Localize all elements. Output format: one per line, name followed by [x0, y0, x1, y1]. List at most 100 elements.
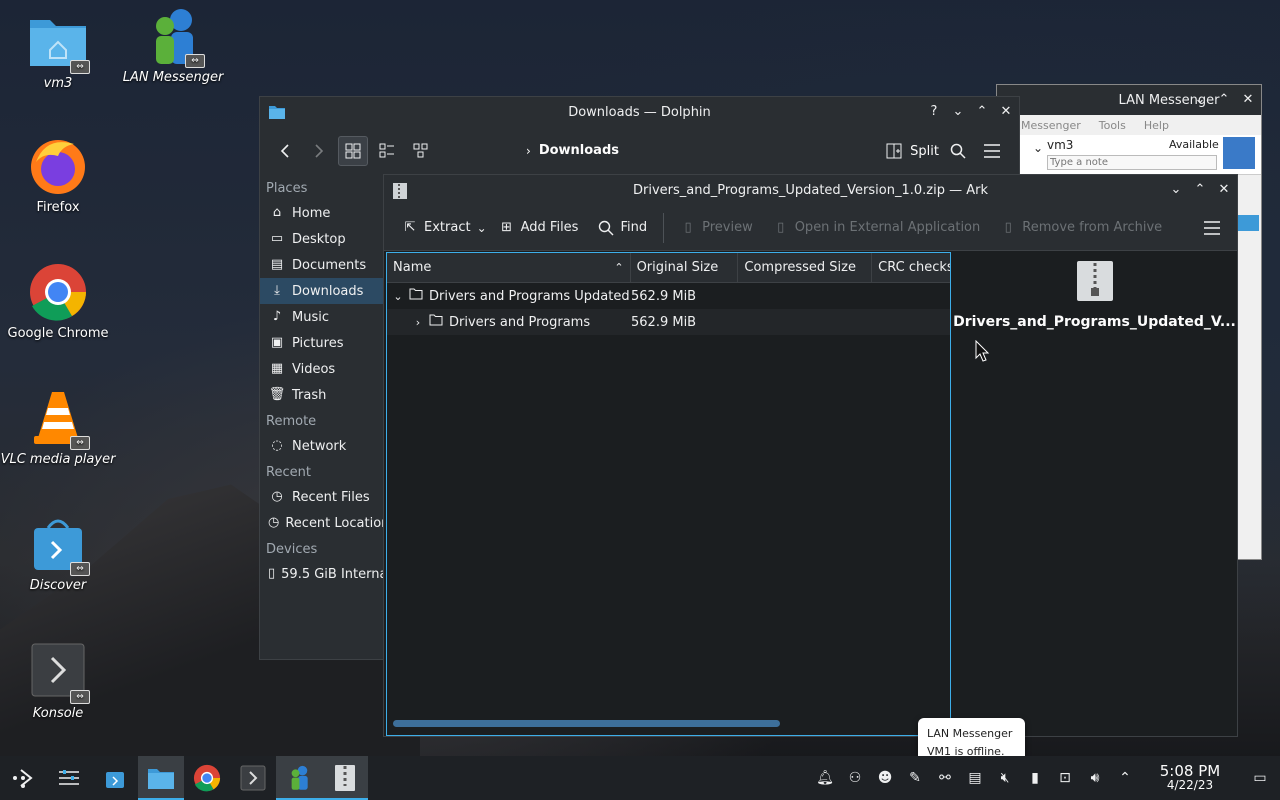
- user-icon[interactable]: ⚇: [840, 770, 870, 786]
- place-network[interactable]: ◌ Network: [260, 433, 386, 459]
- muted-icon[interactable]: 🔇︎: [990, 770, 1020, 786]
- close-icon[interactable]: ✕: [1241, 93, 1255, 107]
- tree-view-icon: [413, 143, 428, 158]
- split-label: Split: [910, 143, 939, 159]
- avatar[interactable]: [1223, 137, 1255, 169]
- back-button[interactable]: [270, 136, 300, 166]
- info-panel: Drivers_and_Programs_Updated_V...: [952, 252, 1237, 736]
- remove-from-archive-button[interactable]: ▯ Remove from Archive: [992, 212, 1170, 244]
- desktop-icon-vm3[interactable]: ⇔ vm3: [0, 12, 116, 91]
- chrome-icon: [28, 262, 88, 322]
- compact-view-button[interactable]: [372, 136, 402, 166]
- split-view-icon: [886, 143, 902, 159]
- column-crc[interactable]: CRC checksum: [872, 253, 950, 283]
- close-icon[interactable]: ✕: [999, 105, 1013, 119]
- clock[interactable]: 5:08 PM 4/22/23: [1140, 764, 1240, 793]
- place-home[interactable]: ⌂ Home: [260, 200, 386, 226]
- preview-button[interactable]: ▯ Preview: [672, 212, 761, 244]
- maximize-icon[interactable]: ⌃: [1193, 183, 1207, 197]
- extract-button[interactable]: ⇱ Extract: [394, 212, 479, 244]
- table-row[interactable]: ⌄ Drivers and Programs Updated 562.9 MiB: [387, 283, 950, 309]
- taskbar-konsole[interactable]: [230, 756, 276, 800]
- lan-messenger-tray-icon[interactable]: ☻: [870, 770, 900, 786]
- devices-header: Devices: [266, 542, 318, 557]
- place-documents[interactable]: ▤ Documents: [260, 252, 386, 278]
- breadcrumb-downloads[interactable]: Downloads: [539, 143, 619, 158]
- menu-help[interactable]: Help: [1144, 119, 1169, 132]
- add-files-button[interactable]: ⊞ Add Files: [491, 212, 587, 244]
- show-desktop-icon[interactable]: ▭: [1240, 770, 1280, 786]
- taskbar-lan-messenger[interactable]: [276, 756, 322, 800]
- pen-icon[interactable]: ✎: [900, 770, 930, 786]
- clipboard-icon[interactable]: ▤: [960, 770, 990, 786]
- desktop-icon-lan-messenger[interactable]: ⇔ LAN Messenger: [115, 6, 231, 85]
- help-icon[interactable]: ?: [927, 105, 941, 119]
- place-trash[interactable]: 🗑 Trash: [260, 382, 386, 408]
- search-button[interactable]: [943, 136, 973, 166]
- pager-button[interactable]: [46, 756, 92, 800]
- table-row[interactable]: › Drivers and Programs 562.9 MiB: [387, 309, 950, 335]
- minimize-icon[interactable]: ⌄: [1169, 183, 1183, 197]
- taskbar-ark[interactable]: [322, 756, 368, 800]
- column-original-size[interactable]: Original Size: [631, 252, 739, 283]
- ark-titlebar[interactable]: Drivers_and_Programs_Updated_Version_1.0…: [384, 175, 1237, 205]
- network-wired-icon[interactable]: ⊡: [1050, 770, 1080, 786]
- ark-menu-button[interactable]: [1197, 213, 1227, 243]
- find-button[interactable]: Find: [590, 212, 655, 244]
- expand-chevron-right-icon[interactable]: ›: [407, 316, 429, 329]
- usb-device-icon[interactable]: ▮: [1020, 770, 1050, 786]
- place-pictures[interactable]: ▣ Pictures: [260, 330, 386, 356]
- list-icon: [379, 143, 394, 158]
- split-button[interactable]: Split: [886, 136, 939, 166]
- dolphin-titlebar[interactable]: Downloads — Dolphin ? ⌄ ⌃ ✕: [260, 97, 1019, 127]
- grid-icon: [345, 143, 361, 159]
- expand-chevron-down-icon[interactable]: ⌄: [387, 290, 409, 303]
- bell-icon[interactable]: 🔔︎: [810, 770, 840, 786]
- archive-tree-view[interactable]: Name ⌃ Original Size Compressed Size CRC…: [386, 252, 951, 736]
- desktop-icon-label: VLC media player: [0, 452, 116, 467]
- place-desktop[interactable]: ▭ Desktop: [260, 226, 386, 252]
- chevron-down-icon[interactable]: ⌄: [1033, 141, 1043, 155]
- icons-view-button[interactable]: [338, 136, 368, 166]
- app-launcher-button[interactable]: [0, 756, 46, 800]
- place-music[interactable]: ♪ Music: [260, 304, 386, 330]
- network-share-icon[interactable]: ⚯: [930, 770, 960, 786]
- maximize-icon[interactable]: ⌃: [1217, 93, 1231, 107]
- details-view-button[interactable]: [406, 136, 436, 166]
- column-compressed-size[interactable]: Compressed Size: [738, 252, 873, 283]
- extract-dropdown-chevron-down-icon[interactable]: ⌄: [477, 221, 487, 235]
- desktop-icon-google-chrome[interactable]: Google Chrome: [0, 262, 116, 341]
- taskbar-dolphin[interactable]: [138, 756, 184, 800]
- place-internal-drive[interactable]: ▯59.5 GiB Internal Drive: [260, 561, 386, 587]
- menu-messenger[interactable]: Messenger: [1021, 119, 1081, 132]
- status-dropdown[interactable]: Available: [1169, 138, 1219, 151]
- menu-button[interactable]: [977, 136, 1007, 166]
- selected-contact[interactable]: [1237, 215, 1259, 231]
- taskbar-discover[interactable]: [92, 756, 138, 800]
- desktop-icon-discover[interactable]: ⇔ Discover: [0, 514, 116, 593]
- minimize-icon[interactable]: ⌄: [1193, 93, 1207, 107]
- place-recent-files[interactable]: ◷ Recent Files: [260, 484, 386, 510]
- taskbar-chrome[interactable]: [184, 756, 230, 800]
- menu-tools[interactable]: Tools: [1099, 119, 1126, 132]
- desktop-icon-firefox[interactable]: Firefox: [0, 136, 116, 215]
- place-videos[interactable]: ▦ Videos: [260, 356, 386, 382]
- horizontal-scrollbar[interactable]: [393, 720, 780, 727]
- hamburger-menu-icon: [1204, 220, 1220, 235]
- close-icon[interactable]: ✕: [1217, 183, 1231, 197]
- entry-name: Drivers and Programs Updated: [429, 288, 630, 304]
- ark-window[interactable]: Drivers_and_Programs_Updated_Version_1.0…: [383, 174, 1238, 737]
- lan-messenger-titlebar[interactable]: LAN Messenger ⌄ ⌃ ✕: [997, 85, 1261, 115]
- volume-icon[interactable]: 🔊︎: [1080, 770, 1110, 786]
- open-external-button[interactable]: ▯ Open in External Application: [765, 212, 989, 244]
- note-input[interactable]: [1047, 155, 1217, 170]
- minimize-icon[interactable]: ⌄: [951, 105, 965, 119]
- forward-button[interactable]: [304, 136, 334, 166]
- column-name[interactable]: Name ⌃: [387, 252, 631, 283]
- place-downloads[interactable]: ⤓ Downloads: [260, 278, 386, 304]
- desktop-icon-konsole[interactable]: ⇔ Konsole: [0, 642, 116, 721]
- maximize-icon[interactable]: ⌃: [975, 105, 989, 119]
- place-recent-locations[interactable]: ◷ Recent Locations: [260, 510, 386, 536]
- chevron-up-icon[interactable]: ⌃: [1110, 770, 1140, 786]
- desktop-icon-vlc[interactable]: ⇔ VLC media player: [0, 388, 116, 467]
